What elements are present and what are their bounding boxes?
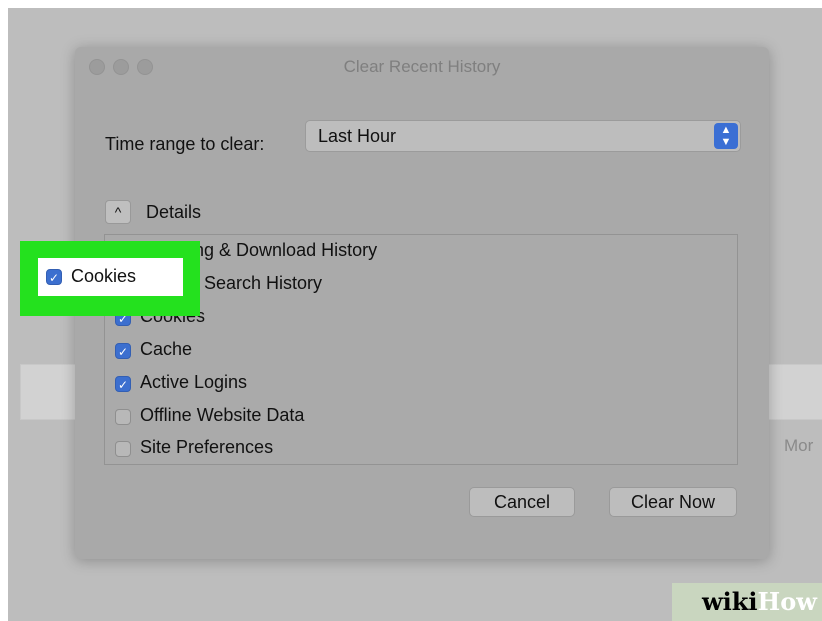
chevron-up-icon: ^ — [114, 204, 122, 220]
time-range-select[interactable]: Last Hour ▲ ▼ — [305, 120, 741, 152]
wikihow-watermark: wikiHow — [672, 583, 822, 621]
checkbox[interactable]: ✓ — [115, 343, 131, 359]
cookies-item-highlighted[interactable]: ✓ Cookies — [38, 258, 183, 296]
checkbox[interactable]: ✓ — [115, 441, 131, 457]
details-label: Details — [146, 202, 202, 222]
time-range-label: Time range to clear: — [105, 134, 265, 154]
background-more-link[interactable]: Mor — [784, 436, 813, 456]
checkbox[interactable]: ✓ — [115, 409, 131, 425]
checkbox[interactable]: ✓ — [46, 269, 62, 285]
dialog-title: Clear Recent History — [343, 57, 501, 76]
screen: Mor Clear Recent History Time range to c… — [8, 8, 822, 621]
checkbox[interactable]: ✓ — [115, 376, 131, 392]
cookies-highlight: ✓ Cookies — [20, 241, 200, 316]
watermark-wiki: wiki — [702, 587, 758, 616]
item-label: Offline Website Data — [140, 405, 305, 425]
item-label: Active Logins — [140, 372, 248, 392]
time-range-value: Last Hour — [318, 126, 397, 146]
title-bar: Clear Recent History — [75, 47, 769, 87]
details-toggle-button[interactable]: ^ — [105, 200, 131, 224]
watermark-how: How — [757, 587, 817, 616]
cancel-button[interactable]: Cancel — [469, 487, 575, 517]
clear-now-button[interactable]: Clear Now — [609, 487, 737, 517]
item-label: Cookies — [71, 266, 137, 286]
item-label: Cache — [140, 339, 193, 359]
item-label: Site Preferences — [140, 437, 274, 457]
up-down-chevron-icon: ▲ ▼ — [714, 123, 738, 149]
